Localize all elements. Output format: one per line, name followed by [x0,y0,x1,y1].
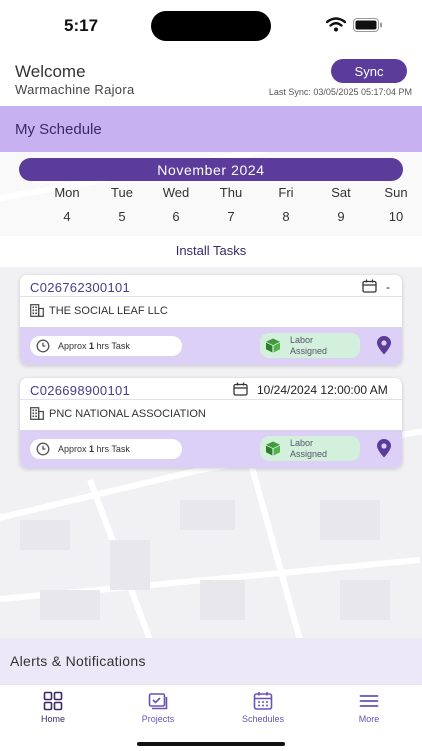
location-pin-icon[interactable] [376,336,392,355]
last-sync-text: Last Sync: 03/05/2025 05:17:04 PM [268,87,412,97]
approx-hours-badge: Approx 1 hrs Task [30,439,182,459]
day-name: Fri [278,185,294,200]
month-selector[interactable]: November 2024 [19,158,403,181]
task-date: 10/24/2024 12:00:00 AM [257,383,388,397]
welcome-text: Welcome [15,62,86,81]
task-id[interactable]: C026762300101 [30,280,130,295]
day-number: 9 [337,209,345,224]
tab-label: Projects [141,714,175,724]
sync-button[interactable]: Sync [331,59,407,83]
task-card[interactable]: C026762300101 - THE SOCIAL LEAF LLC Appr… [20,275,402,365]
day-name: Wed [162,185,190,200]
labor-assigned-badge: Labor Assigned [260,333,360,358]
alerts-notifications-header[interactable]: Alerts & Notifications [0,638,422,684]
day-name: Thu [219,185,243,200]
day-name: Sun [384,185,408,200]
task-card-header: C026762300101 - THE SOCIAL LEAF LLC [20,275,402,327]
day-number: 7 [227,209,235,224]
dynamic-island [151,11,271,41]
approx-hours-badge: Approx 1 hrs Task [30,336,182,356]
battery-icon [353,18,382,32]
task-card-header: C026698900101 10/24/2024 12:00:00 AM PNC… [20,378,402,430]
building-icon [30,304,44,317]
tab-label: More [358,714,380,724]
tab-schedules[interactable]: Schedules [228,691,298,724]
user-name: Warmachine Rajora [15,82,135,97]
labor-assigned-text: Labor Assigned [290,438,328,459]
task-card[interactable]: C026698900101 10/24/2024 12:00:00 AM PNC… [20,378,402,468]
day-name: Tue [111,185,133,200]
company-name: PNC NATIONAL ASSOCIATION [49,408,206,420]
labor-assigned-text: Labor Assigned [290,335,328,356]
tab-home[interactable]: Home [18,691,88,724]
calendar-icon [253,692,273,710]
approx-hours-text: Approx 1 hrs Task [58,444,130,454]
header: Welcome Warmachine Rajora Sync Last Sync… [0,54,422,106]
divider [20,296,402,297]
home-grid-icon [43,691,63,711]
tab-projects[interactable]: Projects [123,691,193,724]
labor-assigned-badge: Labor Assigned [260,436,360,461]
home-indicator [137,742,285,746]
status-time: 5:17 [64,16,99,35]
bottom-tab-bar: Home Projects Schedules More [0,684,422,751]
tab-label: Home [40,714,65,724]
location-pin-icon[interactable] [376,439,392,458]
box-icon [266,441,280,456]
menu-icon [359,695,379,707]
company-name: THE SOCIAL LEAF LLC [49,305,168,317]
calendar-icon [362,279,377,293]
day-number: 8 [282,209,290,224]
tab-label: Schedules [241,714,285,724]
day-number: 6 [172,209,180,224]
week-calendar: November 2024 Mon 4 Tue 5 Wed 6 Thu 7 Fr… [0,152,422,236]
day-name: Mon [54,185,80,200]
clock-icon [36,442,50,456]
status-bar: 5:17 [0,0,422,54]
building-icon [30,407,44,420]
install-tasks-title: Install Tasks [175,243,247,258]
install-tasks-header: Install Tasks [0,236,422,267]
task-date: - [386,280,390,294]
day-number: 4 [63,209,71,224]
tab-more[interactable]: More [334,691,404,724]
calendar-icon [233,382,248,396]
day-name: Sat [331,185,351,200]
my-schedule-title: My Schedule [15,121,102,138]
task-card-footer: Approx 1 hrs Task Labor Assigned [20,327,402,365]
task-card-footer: Approx 1 hrs Task Labor Assigned [20,430,402,468]
clock-icon [36,339,50,353]
projects-icon [148,693,168,710]
wifi-icon [326,17,346,32]
approx-hours-text: Approx 1 hrs Task [58,341,130,351]
alerts-title: Alerts & Notifications [10,653,146,669]
day-number: 10 [388,209,404,224]
divider [20,399,402,400]
box-icon [266,338,280,353]
day-number: 5 [118,209,126,224]
task-id[interactable]: C026698900101 [30,383,130,398]
my-schedule-header: My Schedule [0,106,422,152]
